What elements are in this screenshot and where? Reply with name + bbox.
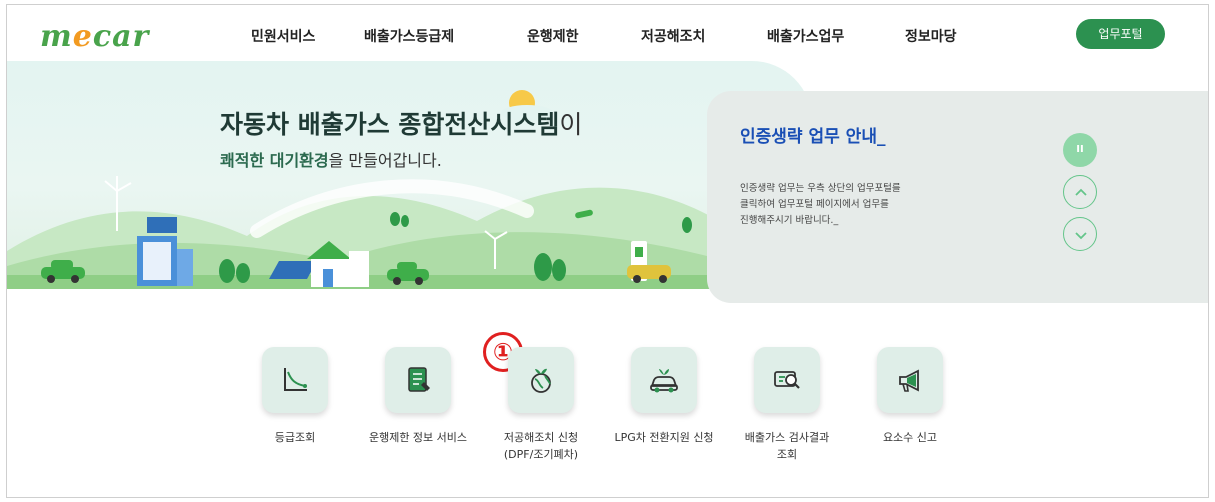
logo-text-car: car bbox=[92, 19, 150, 54]
chevron-up-icon bbox=[1075, 188, 1087, 196]
logo-text-e: e bbox=[72, 19, 93, 54]
mecar-logo[interactable]: mecar bbox=[40, 19, 149, 54]
next-button[interactable] bbox=[1063, 217, 1097, 251]
notice-panel: 인증생략 업무 안내_ 인증생략 업무는 우측 상단의 업무포털를 클릭하여 업… bbox=[707, 91, 1208, 303]
hero-subtitle: 쾌적한 대기환경을 만들어갑니다. bbox=[220, 147, 442, 171]
nav-civil-service[interactable]: 민원서비스 bbox=[251, 26, 315, 46]
quick-item-label: LPG차 전환지원 신청 bbox=[599, 429, 729, 446]
notice-text-line: 인증생략 업무는 우측 상단의 업무포털를 bbox=[740, 183, 901, 194]
quick-item-lpg-conversion[interactable]: LPG차 전환지원 신청 bbox=[599, 347, 729, 446]
quick-item-label-line1: 배출가스 검사결과 bbox=[744, 431, 830, 444]
city-scene-illustration bbox=[7, 90, 812, 289]
quick-item-label: 배출가스 검사결과조회 bbox=[722, 429, 852, 463]
notice-text-line: 진행해주시기 바랍니다._ bbox=[740, 215, 839, 226]
quick-item-label: 등급조회 bbox=[230, 429, 360, 446]
nav-emission-grade[interactable]: 배출가스등급제 bbox=[364, 26, 454, 46]
hero-title-main: 자동차 배출가스 종합전산시스템 bbox=[220, 110, 560, 139]
car-leaf-icon bbox=[631, 347, 697, 413]
document-icon bbox=[385, 347, 451, 413]
quick-item-restriction-info[interactable]: 운행제한 정보 서비스 bbox=[353, 347, 483, 446]
chevron-down-icon bbox=[1075, 232, 1087, 240]
page-frame: mecar 민원서비스 배출가스등급제 운행제한 저공해조치 배출가스업무 정보… bbox=[6, 4, 1209, 498]
quick-item-label-line1: 저공해조치 신청 bbox=[503, 431, 579, 444]
nav-emission-work[interactable]: 배출가스업무 bbox=[767, 26, 844, 46]
site-header: mecar 민원서비스 배출가스등급제 운행제한 저공해조치 배출가스업무 정보… bbox=[7, 5, 1208, 65]
hero-title-suffix: 이 bbox=[559, 110, 583, 139]
notice-text: 인증생략 업무는 우측 상단의 업무포털를 클릭하여 업무포털 페이지에서 업무… bbox=[740, 181, 980, 229]
quick-item-low-emission-request[interactable]: 저공해조치 신청 (DPF/조기폐차) bbox=[476, 347, 606, 463]
pause-button[interactable]: II bbox=[1063, 133, 1097, 167]
nav-low-emission[interactable]: 저공해조치 bbox=[641, 26, 705, 46]
quick-item-label-line1: LPG차 전환지원 신청 bbox=[614, 431, 714, 444]
quick-item-label: 요소수 신고 bbox=[845, 429, 975, 446]
quick-item-label-line2: 조회 bbox=[776, 448, 798, 461]
nav-driving-restriction[interactable]: 운행제한 bbox=[527, 26, 579, 46]
inspection-icon bbox=[754, 347, 820, 413]
previous-button[interactable] bbox=[1063, 175, 1097, 209]
hero-illustration: 자동차 배출가스 종합전산시스템이 쾌적한 대기환경을 만들어갑니다. bbox=[7, 61, 812, 289]
work-portal-button[interactable]: 업무포털 bbox=[1076, 19, 1165, 49]
graph-icon bbox=[262, 347, 328, 413]
megaphone-icon bbox=[877, 347, 943, 413]
notice-text-line: 클릭하여 업무포털 페이지에서 업무를 bbox=[740, 199, 889, 210]
hero-title: 자동차 배출가스 종합전산시스템이 bbox=[220, 105, 582, 141]
hero-banner: 자동차 배출가스 종합전산시스템이 쾌적한 대기환경을 만들어갑니다. 인증생략… bbox=[7, 61, 1208, 303]
quick-item-urea-report[interactable]: 요소수 신고 bbox=[845, 347, 975, 446]
quick-item-label-line1: 등급조회 bbox=[274, 431, 316, 444]
nav-info-square[interactable]: 정보마당 bbox=[905, 26, 957, 46]
quick-item-label: 운행제한 정보 서비스 bbox=[353, 429, 483, 446]
quick-item-label-line2: (DPF/조기폐차) bbox=[503, 448, 579, 461]
quick-item-label-line1: 요소수 신고 bbox=[882, 431, 938, 444]
quick-item-emission-test-result[interactable]: 배출가스 검사결과조회 bbox=[722, 347, 852, 463]
logo-text-m: m bbox=[40, 19, 73, 54]
quick-item-label: 저공해조치 신청 (DPF/조기폐차) bbox=[476, 429, 606, 463]
quick-item-grade-lookup[interactable]: 등급조회 bbox=[230, 347, 360, 446]
notice-title[interactable]: 인증생략 업무 안내_ bbox=[740, 122, 885, 147]
hero-subtitle-bold: 쾌적한 대기환경 bbox=[220, 151, 329, 170]
earth-icon bbox=[508, 347, 574, 413]
quick-item-label-line1: 운행제한 정보 서비스 bbox=[368, 431, 468, 444]
hero-subtitle-rest: 을 만들어갑니다. bbox=[328, 151, 442, 170]
